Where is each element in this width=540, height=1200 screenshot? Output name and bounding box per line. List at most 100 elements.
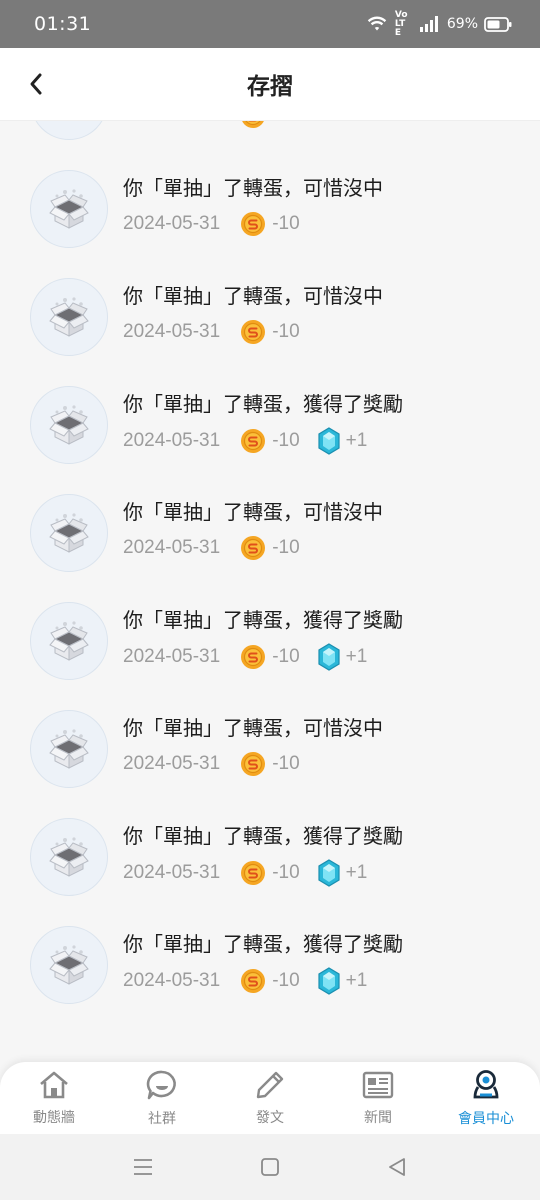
coin-icon — [240, 535, 266, 561]
status-icons: Vo LTE 69% — [367, 9, 512, 38]
record-date: 2024-05-31 — [123, 970, 221, 991]
record-title: 你「單抽」了轉蛋，可惜沒中 — [123, 284, 383, 308]
record-meta: 2024-05-31 -10 — [123, 211, 318, 237]
pencil-icon — [254, 1070, 286, 1104]
gift-box-icon — [30, 494, 108, 572]
record-title: 你「單抽」了轉蛋，獲得了獎勵 — [123, 392, 403, 416]
gift-box-icon — [30, 278, 108, 356]
list-item[interactable]: 你「單抽」了轉蛋，獲得了獎勵 2024-05-31 -10 +1 — [0, 588, 540, 696]
coin-amount: -10 — [272, 213, 300, 234]
coin-icon — [240, 211, 266, 237]
record-title: 你「單抽」了轉蛋，獲得了獎勵 — [123, 608, 403, 632]
list-item[interactable]: 你「單抽」了轉蛋，可惜沒中 2024-05-31 -10 — [0, 156, 540, 264]
record-date: 2024-05-31 — [123, 646, 221, 667]
record-date: 2024-05-31 — [123, 537, 221, 558]
coin-amount: -10 — [272, 430, 300, 451]
record-date: 2024-05-31 — [123, 862, 221, 883]
volte-icon: Vo LTE — [394, 9, 408, 38]
menu-button[interactable] — [123, 1147, 163, 1187]
nav-label: 社群 — [148, 1110, 176, 1127]
coin-icon — [240, 428, 266, 454]
chevron-left-icon — [30, 73, 42, 95]
gem-icon — [318, 859, 340, 887]
nav-label: 發文 — [256, 1109, 284, 1126]
coin-amount: -10 — [272, 753, 300, 774]
gift-box-icon — [30, 818, 108, 896]
list-item[interactable]: 你「單抽」了轉蛋，獲得了獎勵 2024-05-31 -10 +1 — [0, 912, 540, 1020]
news-icon — [361, 1070, 395, 1104]
home-button[interactable] — [250, 1147, 290, 1187]
system-nav-bar — [0, 1134, 540, 1200]
gift-box-icon — [30, 120, 108, 140]
list-item[interactable]: 你「單抽」了轉蛋，可惜沒中 2024-05-31 -10 — [0, 120, 540, 156]
record-date: 2024-05-31 — [123, 430, 221, 451]
record-title: 你「單抽」了轉蛋，可惜沒中 — [123, 500, 383, 524]
nav-label: 動態牆 — [33, 1109, 75, 1126]
gift-box-icon — [30, 170, 108, 248]
nav-label: 會員中心 — [458, 1110, 514, 1127]
gift-box-icon — [30, 710, 108, 788]
record-meta: 2024-05-31 -10 — [123, 319, 318, 345]
record-date: 2024-05-31 — [123, 321, 221, 342]
list-item[interactable]: 你「單抽」了轉蛋，可惜沒中 2024-05-31 -10 — [0, 696, 540, 804]
battery-percent: 69% — [446, 16, 478, 32]
record-date: 2024-05-31 — [123, 120, 220, 127]
list-item[interactable]: 你「單抽」了轉蛋，獲得了獎勵 2024-05-31 -10 +1 — [0, 372, 540, 480]
coin-amount: -10 — [272, 862, 300, 883]
nav-item-1[interactable]: 社群 — [108, 1069, 216, 1128]
list-item[interactable]: 你「單抽」了轉蛋，可惜沒中 2024-05-31 -10 — [0, 264, 540, 372]
coin-amount: -10 — [272, 537, 300, 558]
coin-icon — [240, 860, 266, 886]
coin-amount: -10 — [272, 321, 300, 342]
triangle-back-icon — [388, 1158, 405, 1176]
coin-icon — [240, 751, 266, 777]
coin-icon — [240, 120, 266, 129]
battery: 69% — [447, 16, 512, 32]
nav-item-0[interactable]: 動態牆 — [0, 1070, 108, 1127]
record-date: 2024-05-31 — [123, 213, 221, 234]
coin-icon — [240, 968, 266, 994]
gem-icon — [318, 643, 340, 671]
gem-amount: +1 — [345, 970, 368, 991]
list-item[interactable]: 你「單抽」了轉蛋，可惜沒中 2024-05-31 -10 — [0, 480, 540, 588]
coin-amount: -10 — [272, 120, 299, 127]
list-item[interactable]: 你「單抽」了轉蛋，獲得了獎勵 2024-05-31 -10 +1 — [0, 804, 540, 912]
status-bar: 01:31 Vo LTE 69% — [0, 0, 540, 48]
nav-item-4[interactable]: 會員中心 — [432, 1069, 540, 1128]
record-title: 你「單抽」了轉蛋，可惜沒中 — [123, 716, 383, 740]
square-icon — [261, 1158, 279, 1176]
record-title: 你「單抽」了轉蛋，獲得了獎勵 — [123, 824, 403, 848]
nav-item-3[interactable]: 新聞 — [324, 1070, 432, 1127]
record-date: 2024-05-31 — [123, 753, 221, 774]
coin-amount: -10 — [272, 970, 300, 991]
record-meta: 2024-05-31 -10 +1 — [123, 859, 367, 887]
coin-amount: -10 — [272, 646, 300, 667]
header: 存摺 — [0, 48, 540, 120]
page-title: 存摺 — [247, 74, 293, 100]
gift-box-icon — [30, 386, 108, 464]
gem-amount: +1 — [345, 430, 368, 451]
home-icon — [37, 1070, 71, 1104]
gem-amount: +1 — [345, 862, 368, 883]
record-title: 你「單抽」了轉蛋，可惜沒中 — [123, 176, 383, 200]
chat-icon — [145, 1069, 179, 1105]
gift-box-icon — [30, 926, 108, 1004]
records-list[interactable]: 你「單抽」了轉蛋，可惜沒中 2024-05-31 -10 你「單抽」了轉蛋，可惜… — [0, 120, 540, 1064]
wifi-icon — [367, 16, 387, 32]
record-meta: 2024-05-31 -10 +1 — [123, 643, 367, 671]
status-time: 01:31 — [34, 13, 92, 35]
back-nav-button[interactable] — [377, 1147, 417, 1187]
record-meta: 2024-05-31 -10 — [123, 751, 318, 777]
record-meta: 2024-05-31 -10 — [123, 535, 318, 561]
bottom-nav: 動態牆 社群 發文 新聞 會員中心 — [0, 1062, 540, 1134]
gem-icon — [318, 427, 340, 455]
battery-icon — [484, 16, 512, 32]
record-meta: 2024-05-31 -10 +1 — [123, 427, 367, 455]
record-meta: 2024-05-31 -10 +1 — [123, 967, 367, 995]
gem-amount: +1 — [345, 646, 368, 667]
nav-item-2[interactable]: 發文 — [216, 1070, 324, 1127]
gift-box-icon — [30, 602, 108, 680]
gem-icon — [318, 967, 340, 995]
back-button[interactable] — [22, 70, 50, 98]
record-title: 你「單抽」了轉蛋，獲得了獎勵 — [123, 932, 403, 956]
